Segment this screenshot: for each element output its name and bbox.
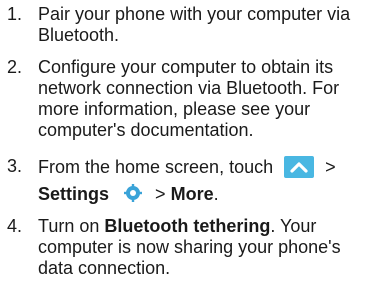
step-line: computer's documentation. bbox=[38, 120, 254, 140]
step-line: more information, please see your bbox=[38, 99, 311, 119]
step-number: 4. bbox=[7, 216, 23, 236]
step-phrase: . Your bbox=[270, 216, 317, 236]
step-line: Pair your phone with your computer via bbox=[38, 4, 351, 24]
step-line: network connection via Bluetooth. For bbox=[38, 78, 340, 98]
step-number: 1. bbox=[7, 4, 23, 24]
bluetooth-tethering-label: Bluetooth tethering bbox=[104, 216, 271, 236]
step-line: computer is now sharing your phone's bbox=[38, 237, 341, 257]
step-phrase: Turn on bbox=[38, 216, 105, 236]
chevron-up-icon bbox=[284, 156, 315, 178]
more-label: More bbox=[170, 184, 214, 204]
step-line: data connection. bbox=[38, 258, 171, 278]
step-number: 2. bbox=[7, 57, 23, 77]
step-line: From the home screen, touch > bbox=[38, 156, 384, 178]
step-line: Bluetooth. bbox=[38, 25, 120, 45]
instruction-steps: 1. Pair your phone with your computer vi… bbox=[0, 0, 388, 284]
step-line: Configure your computer to obtain its bbox=[38, 57, 334, 77]
separator: > bbox=[155, 184, 166, 204]
step-phrase: From the home screen, touch bbox=[38, 157, 274, 177]
step-text: Configure your computer to obtain its ne… bbox=[38, 57, 384, 141]
step-period: . bbox=[213, 184, 219, 204]
settings-gear-icon bbox=[124, 184, 143, 202]
settings-label: Settings bbox=[38, 184, 110, 204]
step-text: Pair your phone with your computer via B… bbox=[38, 4, 384, 46]
step-text: Turn on Bluetooth tethering. Your comput… bbox=[38, 216, 384, 279]
step-line: Turn on Bluetooth tethering. Your bbox=[38, 216, 384, 237]
separator: > bbox=[325, 157, 336, 177]
step-number: 3. bbox=[7, 156, 23, 176]
step-text: From the home screen, touch > Settings >… bbox=[38, 156, 384, 205]
step-line: Settings > More. bbox=[38, 184, 384, 205]
